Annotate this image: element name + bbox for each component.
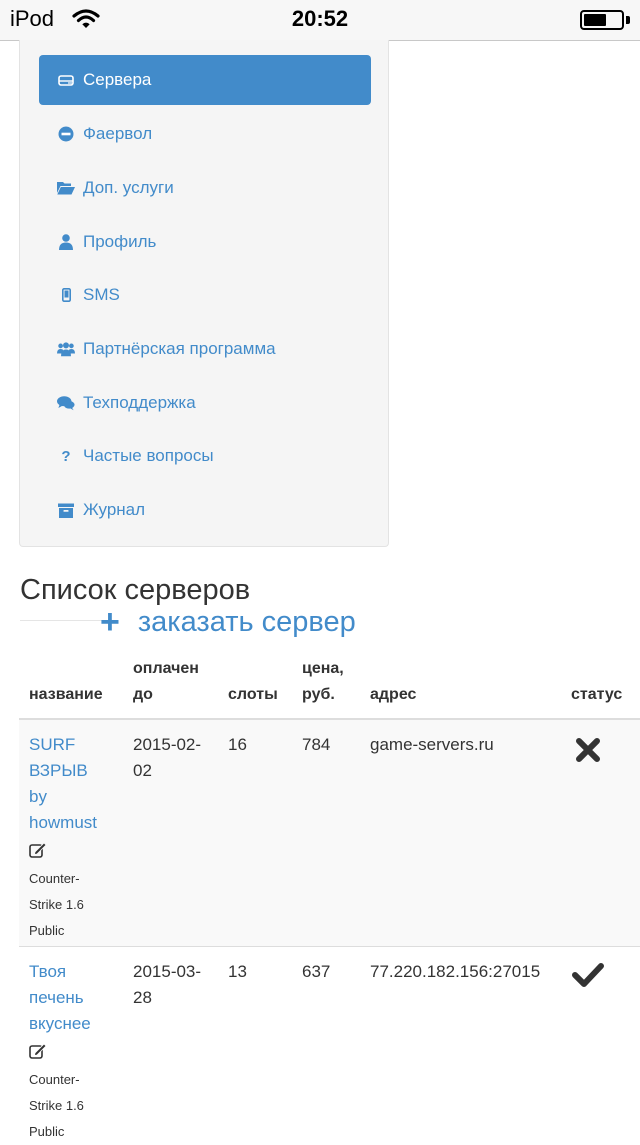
page-title: Список серверов [20,574,251,606]
server-name-link[interactable]: SURF ВЗРЫВ by howmust [29,732,119,836]
server-name-line: SURF [29,735,76,754]
sidebar-item-label: Сервера [83,70,152,89]
table-header: название оплачен до слоты цена, руб. адр… [19,652,640,721]
sidebar-item-label: SMS [83,285,120,304]
game-type-line: Public [29,1124,65,1139]
paid-until-line: 28 [133,988,152,1007]
sidebar-item-firewall[interactable]: Фаервол [39,109,371,159]
sidebar-item-support[interactable]: Техподдержка [39,378,371,428]
sidebar-item-log[interactable]: Журнал [39,485,371,535]
folder-open-icon [57,179,75,197]
address-cell: 77.220.182.156:27015 [370,962,541,981]
paid-until-line: 2015-02- [133,735,202,754]
minus-circle-icon [57,125,75,143]
server-name-link[interactable]: Твоя печень вкуснее [29,959,119,1037]
table-row: SURF ВЗРЫВ by howmust Counter- Strike 1.… [19,720,640,947]
order-server-label: заказать сервер [137,605,356,638]
sidebar-item-label: Фаервол [83,124,153,143]
battery-icon [580,10,624,30]
sidebar-item-profile[interactable]: Профиль [39,217,371,267]
column-header-address[interactable]: адрес [370,682,416,708]
server-name-cell: SURF ВЗРЫВ by howmust Counter- Strike 1.… [29,732,119,944]
battery-tip [626,16,630,24]
comments-icon [57,394,75,412]
server-name-line: by [29,787,47,806]
column-header-paid-line2: до [133,686,153,703]
order-server-link[interactable]: + заказать сервер [100,605,356,639]
sidebar-menu: Сервера Фаервол Доп. услуги Профиль SMS … [19,40,389,547]
column-header-paid[interactable]: оплачен до [133,656,199,708]
server-name-line: печень [29,988,84,1007]
price-cell: 637 [302,962,331,981]
paid-until-cell: 2015-02- 02 [133,732,201,784]
sidebar-item-label: Техподдержка [83,393,196,412]
paid-until-line: 2015-03- [133,962,202,981]
slots-cell: 13 [228,962,247,981]
price-cell: 784 [302,735,331,754]
column-header-paid-line1: оплачен [133,660,199,677]
edit-icon[interactable] [29,840,119,866]
server-name-line: howmust [29,813,98,832]
sidebar-item-label: Журнал [83,500,146,519]
column-header-slots[interactable]: слоты [228,682,278,708]
game-type-line: Strike 1.6 [29,1098,84,1113]
sidebar-item-partners[interactable]: Партнёрская программа [39,324,371,374]
paid-until-line: 02 [133,761,152,780]
game-type-line: Strike 1.6 [29,897,84,912]
sidebar-item-services[interactable]: Доп. услуги [39,163,371,213]
sidebar-item-servers[interactable]: Сервера [39,55,371,105]
table-row: Твоя печень вкуснее Counter- Strike 1.6 … [19,947,640,1139]
sidebar-item-faq[interactable]: ? Частые вопросы [39,431,371,481]
game-type-line: Counter- [29,871,80,886]
sidebar-item-label: Частые вопросы [83,446,214,465]
game-type-line: Public [29,923,65,938]
users-icon [57,340,75,358]
title-divider [20,620,102,621]
game-type-line: Counter- [29,1072,80,1087]
sidebar-item-label: Доп. услуги [83,178,174,197]
column-header-price[interactable]: цена, руб. [302,656,344,708]
sidebar-item-label: Партнёрская программа [83,339,276,358]
question-icon: ? [61,447,71,465]
status-bar: iPod 20:52 [0,0,640,41]
user-icon [57,233,75,251]
sidebar-item-sms[interactable]: SMS [39,270,371,320]
column-header-status[interactable]: статус [571,682,622,708]
slots-cell: 16 [228,735,247,754]
paid-until-cell: 2015-03- 28 [133,959,201,1011]
column-header-name[interactable]: название [29,682,103,708]
server-name-line: ВЗРЫВ [29,761,88,780]
server-name-cell: Твоя печень вкуснее Counter- Strike 1.6 … [29,959,119,1145]
server-icon [57,71,75,89]
edit-icon[interactable] [29,1041,119,1067]
column-header-price-line1: цена, [302,660,344,677]
server-name-line: Твоя [29,962,67,981]
plus-icon: + [100,603,120,641]
x-icon [575,737,601,768]
column-header-price-line2: руб. [302,686,335,703]
archive-icon [57,501,75,519]
phone-icon [57,286,75,304]
sidebar-item-label: Профиль [83,232,157,251]
check-icon [572,962,604,993]
address-cell: game-servers.ru [370,735,494,754]
server-name-line: вкуснее [29,1014,91,1033]
clock: 20:52 [291,6,349,31]
